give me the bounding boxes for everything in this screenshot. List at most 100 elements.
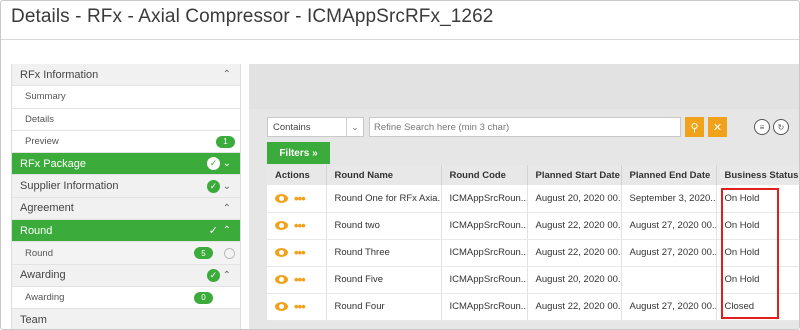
sidebar-nav: RFx Information ⌃ Summary Details Previe… [11,64,241,329]
end-date-cell: August 27, 2020 00... [621,293,717,321]
round-name-cell: Round two [326,212,442,240]
table-header-row: Actions Round Name Round Code Planned St… [267,165,799,185]
count-badge: 0 [194,291,213,304]
sidebar-item-team[interactable]: Team [12,309,240,329]
round-name-cell: Round Three [326,239,442,267]
round-name-cell: Round One for RFx Axia... [326,185,442,213]
chevron-up-icon[interactable]: ⌃ [223,203,231,214]
sidebar-item-round-sub[interactable]: Round 5 [12,242,240,265]
round-code-cell: ICMAppSrcRoun... [441,266,528,294]
close-icon: ✕ [712,121,723,134]
sidebar-item-agreement[interactable]: Agreement ⌃ [12,197,240,221]
list-view-icon[interactable]: ≡ [754,119,770,135]
sidebar-item-label: Details [25,113,55,125]
round-code-cell: ICMAppSrcRoun... [441,239,528,267]
search-button[interactable]: ⚲ [685,117,704,137]
column-header[interactable]: Business Status [716,165,799,185]
sidebar-item-label: RFx Information [20,68,99,81]
check-icon: ✓ [208,225,218,238]
sidebar-item-label: Supplier Information [20,180,119,193]
sidebar-item-label: RFx Package [20,157,87,170]
eye-icon[interactable] [275,274,288,284]
round-code-cell: ICMAppSrcRoun... [441,293,528,321]
page-title: Details - RFx - Axial Compressor - ICMAp… [11,6,494,27]
start-date-cell: August 22, 2020 00... [527,293,622,321]
more-options-icon[interactable]: ••• [294,192,306,205]
more-options-icon[interactable]: ••• [294,219,306,232]
search-icon: ⚲ [690,121,699,134]
column-header[interactable]: Round Code [441,165,528,185]
sidebar-item-rfx-information[interactable]: RFx Information ⌃ [12,64,240,87]
row-actions: ••• [267,293,327,321]
clear-search-button[interactable]: ✕ [708,117,727,137]
add-circle-icon[interactable] [224,247,235,259]
eye-icon[interactable] [275,220,288,230]
column-header[interactable]: Planned Start Date [527,165,622,185]
sidebar-item-awarding-sub[interactable]: Awarding 0 [12,286,240,310]
start-date-cell: August 20, 2020 00... [527,266,622,294]
count-badge: 5 [194,247,213,260]
sidebar-item-details[interactable]: Details [12,108,240,131]
round-name-cell: Round Five [326,266,442,294]
end-date-cell [621,266,717,294]
status-highlight-box [721,188,779,319]
more-options-icon[interactable]: ••• [294,300,306,313]
sidebar-item-label: Team [20,313,47,326]
view-options: ≡ ↻ [754,119,789,135]
round-code-cell: ICMAppSrcRoun... [441,212,528,240]
sidebar-item-label: Summary [25,91,66,103]
row-actions: ••• [267,212,327,240]
column-header[interactable]: Actions [267,165,327,185]
check-circle-icon: ✓ [207,157,220,171]
eye-icon[interactable] [275,193,288,203]
row-actions: ••• [267,266,327,294]
round-name-cell: Round Four [326,293,442,321]
chevron-down-icon[interactable]: ⌄ [223,158,231,169]
end-date-cell: August 27, 2020 00... [621,239,717,267]
column-header[interactable]: Round Name [326,165,442,185]
sidebar-item-label: Awarding [20,269,66,282]
chevron-up-icon[interactable]: ⌃ [223,69,231,80]
row-actions: ••• [267,185,327,213]
sidebar-item-supplier-information[interactable]: Supplier Information ✓ ⌄ [12,175,240,198]
filter-operator-value: Contains [273,121,311,133]
filter-operator-select[interactable]: Contains ⌄ [267,117,364,137]
refresh-icon[interactable]: ↻ [773,119,789,135]
chevron-up-icon[interactable]: ⌃ [223,270,231,281]
chevron-up-icon[interactable]: ⌃ [223,225,231,236]
title-divider [1,39,799,40]
search-input[interactable] [369,117,681,137]
more-options-icon[interactable]: ••• [294,273,306,286]
eye-icon[interactable] [275,247,288,257]
sidebar-item-label: Round [25,247,53,259]
check-circle-icon: ✓ [207,268,220,282]
end-date-cell: August 27, 2020 00... [621,212,717,240]
start-date-cell: August 20, 2020 00... [527,185,622,213]
chevron-down-icon[interactable]: ⌄ [223,181,231,192]
sidebar-item-label: Awarding [25,292,65,304]
sidebar-item-label: Agreement [20,202,74,215]
sidebar-item-rfx-package[interactable]: RFx Package ✓ ⌄ [12,153,240,176]
round-code-cell: ICMAppSrcRoun... [441,185,528,213]
column-header[interactable]: Planned End Date [621,165,717,185]
count-badge: 1 [216,135,235,148]
row-actions: ••• [267,239,327,267]
eye-icon[interactable] [275,301,288,311]
sidebar-item-label: Round [20,224,53,237]
search-bar: Contains ⌄ ⚲ ✕ [267,117,727,137]
sidebar-item-summary[interactable]: Summary [12,86,240,109]
filters-button[interactable]: Filters » [267,142,330,164]
sidebar-item-preview[interactable]: Preview 1 [12,130,240,154]
main-header-area [249,64,799,109]
sidebar-item-round[interactable]: Round ✓ ⌃ [12,220,240,243]
start-date-cell: August 22, 2020 00... [527,239,622,267]
window-frame: Details - RFx - Axial Compressor - ICMAp… [0,0,800,330]
end-date-cell: September 3, 2020... [621,185,717,213]
start-date-cell: August 22, 2020 00... [527,212,622,240]
chevron-down-icon[interactable]: ⌄ [346,118,363,136]
sidebar-item-awarding[interactable]: Awarding ✓ ⌃ [12,264,240,287]
main-panel: Contains ⌄ ⚲ ✕ ≡ ↻ Filters » Actions [249,64,799,329]
more-options-icon[interactable]: ••• [294,246,306,259]
sidebar-item-label: Preview [25,136,59,148]
check-circle-icon: ✓ [207,179,220,193]
